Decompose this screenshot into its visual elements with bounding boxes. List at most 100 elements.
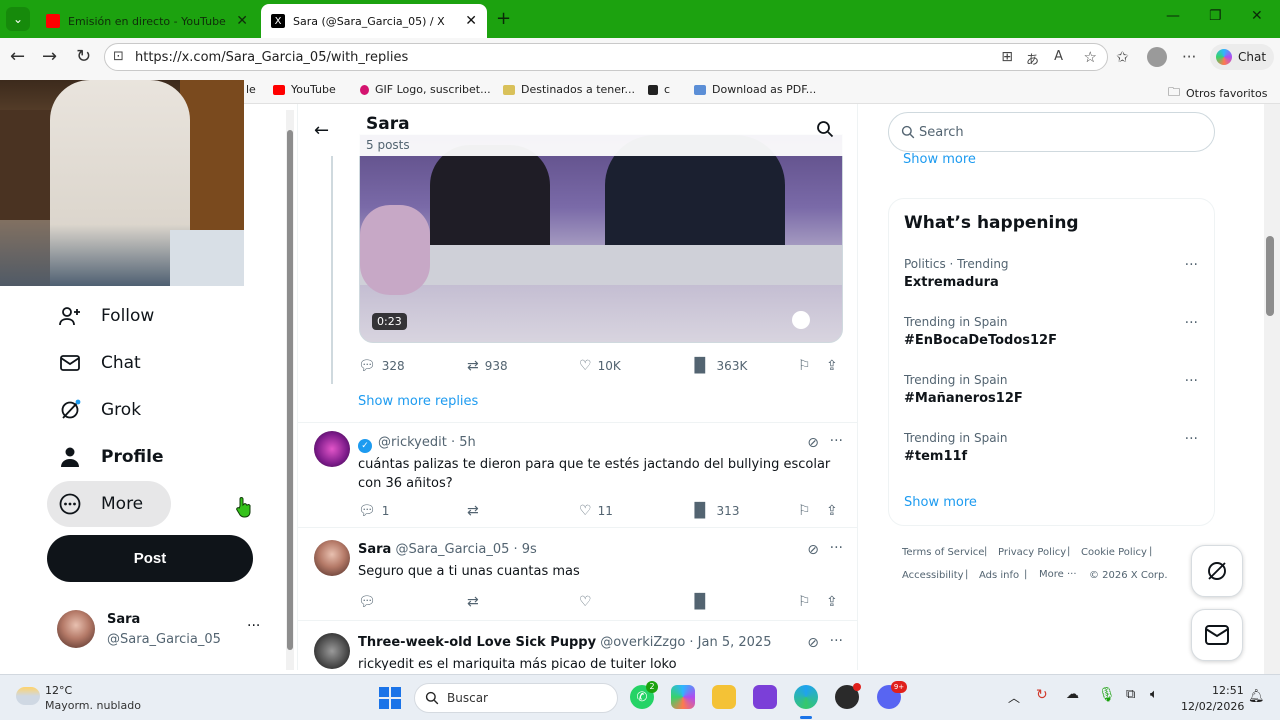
trend-item[interactable]: Trending in Spain #Mañaneros12F ··· bbox=[889, 367, 1214, 423]
edge-browser-icon[interactable] bbox=[794, 685, 818, 709]
taskbar-search[interactable]: Buscar bbox=[414, 683, 618, 713]
video-player[interactable]: 0:23 bbox=[359, 134, 843, 343]
windows-start-icon[interactable] bbox=[379, 687, 401, 709]
tray-microphone-icon[interactable]: 🎙︎ bbox=[1098, 687, 1116, 703]
tab-youtube-studio[interactable]: Emisión en directo - YouTube Stud ✕ bbox=[36, 4, 258, 38]
footer-accessibility[interactable]: Accessibility bbox=[902, 570, 964, 581]
bookmark-item[interactable]: le bbox=[246, 83, 256, 96]
tweet-handle[interactable]: @rickyedit bbox=[378, 435, 447, 450]
new-tab-button[interactable]: + bbox=[496, 8, 511, 29]
grok-explain-icon[interactable]: ⊘ bbox=[807, 635, 819, 651]
show-more-link[interactable]: Show more bbox=[904, 495, 977, 510]
tweet-time[interactable]: · 5h bbox=[451, 435, 476, 450]
share-button[interactable]: ⇪ bbox=[826, 358, 844, 374]
footer-cookie[interactable]: Cookie Policy bbox=[1081, 547, 1147, 558]
trend-item[interactable]: Trending in Spain #tem11f ··· bbox=[889, 425, 1214, 481]
tab-x-profile[interactable]: X Sara (@Sara_Garcia_05) / X ✕ bbox=[261, 4, 487, 38]
favorites-icon[interactable]: ✩ bbox=[1116, 48, 1129, 66]
trend-more-icon[interactable]: ··· bbox=[1185, 431, 1198, 447]
footer-terms[interactable]: Terms of Service bbox=[902, 547, 984, 558]
like-button[interactable]: ♡ bbox=[579, 594, 598, 610]
trend-more-icon[interactable]: ··· bbox=[1185, 373, 1198, 389]
repost-button[interactable]: ⇄ 938 bbox=[467, 358, 508, 374]
split-screen-icon[interactable]: ⊞ bbox=[1001, 49, 1013, 65]
footer-ads-info[interactable]: Ads info bbox=[979, 570, 1019, 581]
clock-date[interactable]: 12/02/2026 bbox=[1181, 700, 1244, 713]
grok-explain-icon[interactable]: ⊘ bbox=[807, 542, 819, 558]
restore-icon[interactable]: ❐ bbox=[1209, 8, 1222, 24]
copilot-app-icon[interactable] bbox=[671, 685, 695, 709]
other-favorites[interactable]: 🗀 Otros favoritos bbox=[1168, 83, 1267, 104]
grok-floating-button[interactable] bbox=[1191, 545, 1243, 597]
read-aloud-icon[interactable]: A bbox=[1054, 49, 1063, 64]
grok-explain-icon[interactable]: ⊘ bbox=[807, 435, 819, 451]
bookmark-button[interactable]: ⚐ bbox=[798, 358, 817, 374]
nav-chat[interactable]: Chat bbox=[58, 351, 141, 375]
reload-icon[interactable]: ↻ bbox=[76, 46, 91, 67]
show-more-replies-link[interactable]: Show more replies bbox=[358, 394, 478, 409]
footer-more[interactable]: More ··· bbox=[1039, 569, 1077, 580]
tweet-more-icon[interactable]: ··· bbox=[830, 433, 843, 449]
minimize-icon[interactable]: — bbox=[1166, 8, 1180, 24]
nav-follow[interactable]: Follow bbox=[58, 304, 154, 328]
site-info-icon[interactable]: ⊡ bbox=[113, 49, 124, 64]
tweet-time[interactable]: · Jan 5, 2025 bbox=[689, 635, 771, 650]
bookmark-destinados[interactable]: Destinados a tener... bbox=[503, 83, 635, 96]
reply-tweet[interactable]: Three-week-old Love Sick Puppy @overkiZz… bbox=[298, 621, 857, 670]
reply-button[interactable]: 💬︎ 1 bbox=[358, 503, 389, 519]
nav-more[interactable]: More bbox=[58, 492, 143, 516]
close-tab-icon[interactable]: ✕ bbox=[465, 13, 477, 29]
search-input[interactable]: Search bbox=[888, 112, 1215, 152]
post-button[interactable]: Post bbox=[47, 535, 253, 582]
like-button[interactable]: ♡ 11 bbox=[579, 503, 613, 519]
left-scrollbar-thumb[interactable] bbox=[287, 130, 293, 650]
weather-cloud-icon[interactable] bbox=[16, 687, 40, 705]
tweet-time[interactable]: · 9s bbox=[514, 542, 537, 557]
tray-vpn-icon[interactable]: ☁ bbox=[1066, 687, 1079, 702]
account-switcher[interactable]: Sara @Sara_Garcia_05 ··· bbox=[47, 604, 269, 656]
share-button[interactable]: ⇪ bbox=[826, 503, 844, 519]
bookmark-youtube[interactable]: YouTube bbox=[273, 83, 336, 96]
account-more-icon[interactable]: ··· bbox=[247, 618, 260, 634]
page-scrollbar-track[interactable] bbox=[1264, 104, 1280, 674]
favorite-star-icon[interactable]: ☆ bbox=[1084, 48, 1097, 66]
repost-button[interactable]: ⇄ bbox=[467, 503, 485, 519]
repost-button[interactable]: ⇄ bbox=[467, 594, 485, 610]
show-more-top-link[interactable]: Show more bbox=[903, 152, 976, 167]
like-button[interactable]: ♡ 10K bbox=[579, 358, 621, 374]
reply-button[interactable]: 💬︎ 328 bbox=[358, 358, 405, 374]
views-button[interactable]: ▐▌ 313 bbox=[689, 503, 739, 519]
close-window-icon[interactable]: ✕ bbox=[1251, 8, 1263, 24]
tray-sync-icon[interactable]: ↻ bbox=[1036, 687, 1048, 703]
bookmark-button[interactable]: ⚐ bbox=[798, 503, 817, 519]
views-button[interactable]: ▐▌ bbox=[689, 594, 717, 610]
search-icon[interactable] bbox=[816, 120, 834, 142]
tweet-author[interactable]: Three-week-old Love Sick Puppy bbox=[358, 635, 596, 650]
trend-more-icon[interactable]: ··· bbox=[1185, 315, 1198, 331]
page-scrollbar-thumb[interactable] bbox=[1266, 236, 1274, 316]
tweet-author[interactable]: Sara bbox=[358, 542, 391, 557]
file-explorer-icon[interactable] bbox=[712, 685, 736, 709]
tray-display-icon[interactable]: ⧉ bbox=[1126, 687, 1135, 702]
menu-dots-icon[interactable]: ··· bbox=[1182, 48, 1196, 66]
tweet-more-icon[interactable]: ··· bbox=[830, 540, 843, 556]
back-icon[interactable]: ← bbox=[10, 46, 25, 67]
clock-time[interactable]: 12:51 bbox=[1212, 684, 1244, 697]
reply-button[interactable]: 💬︎ bbox=[358, 594, 382, 610]
translate-icon[interactable]: あ bbox=[1026, 49, 1039, 68]
nav-profile[interactable]: Profile bbox=[58, 445, 163, 469]
tray-chevron-icon[interactable]: ︿ bbox=[1008, 689, 1020, 706]
close-tab-icon[interactable]: ✕ bbox=[236, 13, 248, 29]
profile-avatar-icon[interactable] bbox=[1147, 47, 1167, 67]
clipchamp-icon[interactable] bbox=[753, 685, 777, 709]
tweet-more-icon[interactable]: ··· bbox=[830, 633, 843, 649]
reply-tweet[interactable]: Sara @Sara_Garcia_05 · 9s ⊘ ··· Seguro q… bbox=[298, 528, 857, 620]
nav-grok[interactable]: Grok bbox=[58, 398, 141, 422]
tab-list-button[interactable]: ⌄ bbox=[6, 7, 30, 31]
reply-tweet[interactable]: ✓ @rickyedit · 5h ⊘ ··· cuántas palizas t… bbox=[298, 423, 857, 525]
views-button[interactable]: ▐▌ 363K bbox=[689, 358, 747, 374]
share-button[interactable]: ⇪ bbox=[826, 594, 844, 610]
bookmark-gif-logo[interactable]: GIF Logo, suscribet... bbox=[360, 83, 491, 96]
tray-volume-icon[interactable]: 🔈︎ bbox=[1150, 687, 1158, 702]
address-bar[interactable]: ⊡ https://x.com/Sara_Garcia_05/with_repl… bbox=[104, 43, 1108, 71]
